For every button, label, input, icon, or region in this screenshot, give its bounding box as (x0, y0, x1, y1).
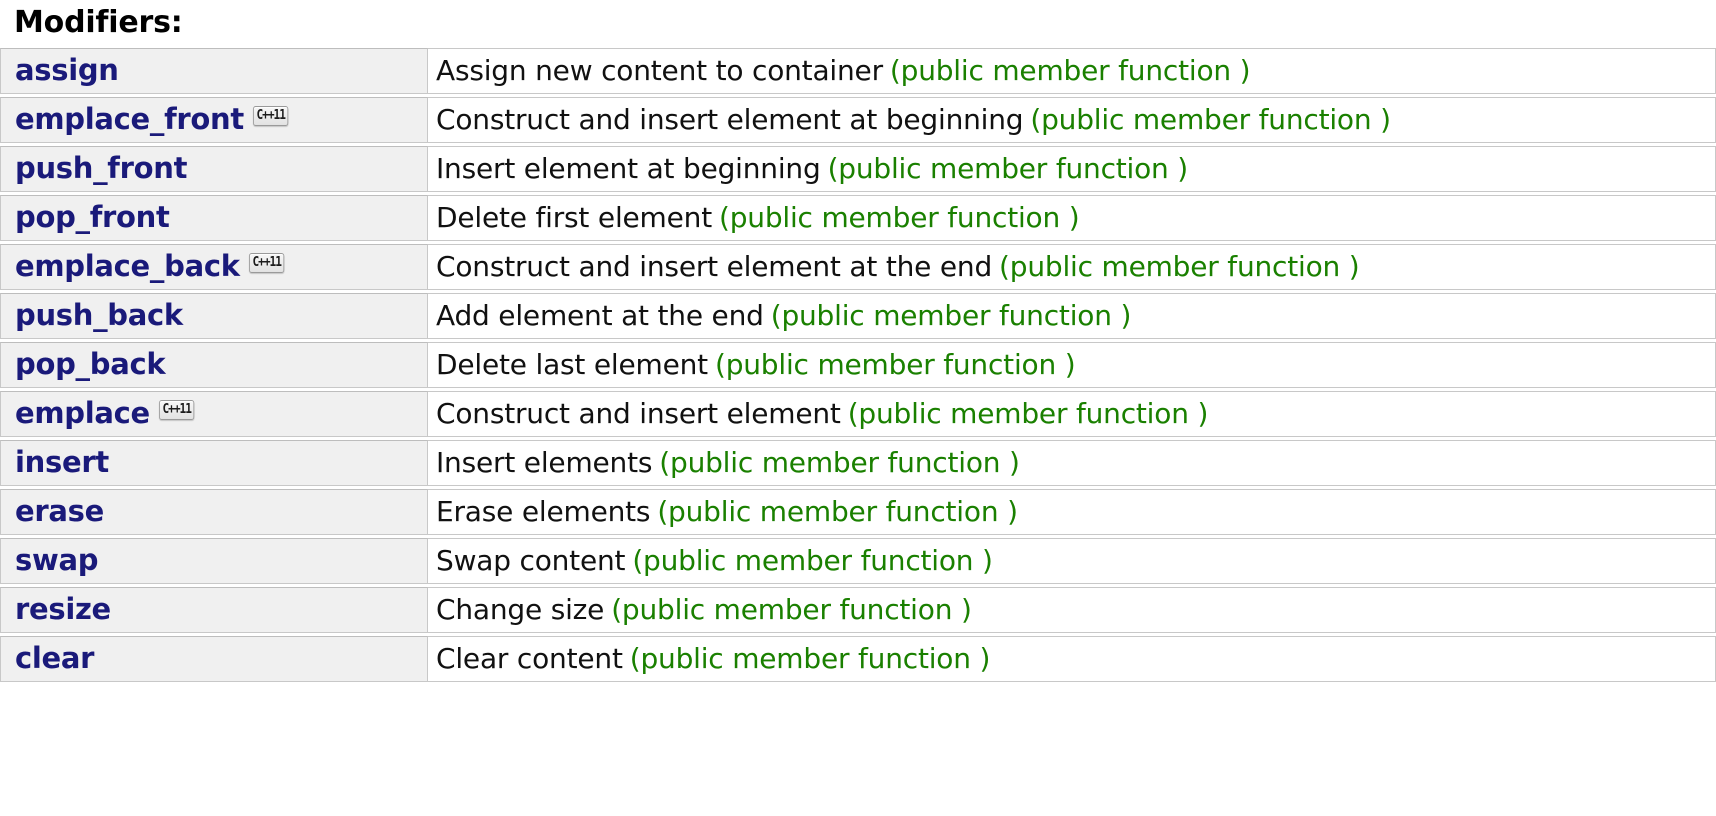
member-description: Add element at the end (436, 298, 764, 332)
member-link-emplace_back[interactable]: emplace_back (15, 249, 240, 283)
member-function-table: assign Assign new content to container (pu… (0, 45, 1716, 685)
table-row: clear Clear content (public member functio… (0, 636, 1716, 682)
member-link-swap[interactable]: swap (15, 543, 98, 577)
table-row: insert Insert elements (public member func… (0, 440, 1716, 486)
member-description: Erase elements (436, 494, 651, 528)
member-description: Construct and insert element (436, 396, 841, 430)
member-kind-label: (public member function ) (999, 249, 1360, 283)
member-description-cell: Assign new content to container (public m… (428, 48, 1716, 94)
member-description-cell: Construct and insert element at the end(… (428, 244, 1716, 290)
member-description-cell: Erase elements (public member function ) (428, 489, 1716, 535)
member-description: Change size (436, 592, 605, 626)
member-name-cell: push_front (0, 146, 428, 192)
member-kind-label: (public member function ) (889, 53, 1251, 87)
member-description: Insert element at beginning (436, 151, 821, 185)
section-title: Modifiers: (14, 5, 183, 40)
member-name-cell: clear (0, 636, 428, 682)
member-description: Delete last element (436, 347, 708, 381)
member-link-pop_front[interactable]: pop_front (15, 200, 170, 234)
member-description: Delete first element (436, 200, 712, 234)
member-link-assign[interactable]: assign (15, 53, 119, 87)
member-name-cell: emplace C++11 (0, 391, 428, 437)
table-row: swap Swap content (public member function … (0, 538, 1716, 584)
member-description-cell: Clear content (public member function ) (428, 636, 1716, 682)
member-link-insert[interactable]: insert (15, 445, 109, 479)
member-name-cell: erase (0, 489, 428, 535)
member-kind-label: (public member function ) (770, 298, 1132, 332)
member-name-cell: swap (0, 538, 428, 584)
member-kind-label: (public member function ) (847, 396, 1209, 430)
member-name-cell: resize (0, 587, 428, 633)
member-description-cell: Construct and insert element (public memb… (428, 391, 1716, 437)
member-description-cell: Delete last element (public member functi… (428, 342, 1716, 388)
table-row: push_front Insert element at beginning (pu… (0, 146, 1716, 192)
member-kind-label: (public member function ) (827, 151, 1189, 185)
cpp11-badge-icon: C++11 (252, 105, 289, 126)
member-description: Clear content (436, 641, 623, 675)
table-row: assign Assign new content to container (pu… (0, 48, 1716, 94)
cpp11-badge-icon: C++11 (158, 399, 195, 420)
member-link-emplace[interactable]: emplace (15, 396, 150, 430)
member-description-cell: Change size (public member function ) (428, 587, 1716, 633)
member-name-cell: push_back (0, 293, 428, 339)
table-row: emplace_front C++11 Construct and insert e… (0, 97, 1716, 143)
member-description-cell: Delete first element (public member funct… (428, 195, 1716, 241)
member-description-cell: Insert element at beginning (public membe… (428, 146, 1716, 192)
member-kind-label: (public member function ) (632, 543, 993, 577)
member-kind-label: (public member function ) (659, 445, 1020, 479)
table-row: push_back Add element at the end (public m… (0, 293, 1716, 339)
member-description-cell: Construct and insert element at beginnin… (428, 97, 1716, 143)
member-kind-label: (public member function ) (657, 494, 1018, 528)
member-link-erase[interactable]: erase (15, 494, 104, 528)
member-name-cell: pop_front (0, 195, 428, 241)
member-description: Assign new content to container (436, 53, 883, 87)
member-description-cell: Add element at the end (public member fun… (428, 293, 1716, 339)
member-link-push_front[interactable]: push_front (15, 151, 187, 185)
table-row: erase Erase elements (public member functi… (0, 489, 1716, 535)
member-link-push_back[interactable]: push_back (15, 298, 183, 332)
member-kind-label: (public member function ) (714, 347, 1076, 381)
member-name-cell: insert (0, 440, 428, 486)
member-description: Swap content (436, 543, 626, 577)
member-kind-label: (public member function ) (611, 592, 972, 626)
table-row: pop_front Delete first element (public mem… (0, 195, 1716, 241)
member-description: Construct and insert element at beginnin… (436, 102, 1024, 136)
member-link-emplace_front[interactable]: emplace_front (15, 102, 244, 136)
member-name-cell: emplace_back C++11 (0, 244, 428, 290)
member-kind-label: (public member function ) (629, 641, 991, 675)
member-description-cell: Insert elements (public member function ) (428, 440, 1716, 486)
cpp11-badge-icon: C++11 (248, 252, 285, 273)
member-description: Insert elements (436, 445, 653, 479)
member-kind-label: (public member function ) (1030, 102, 1391, 136)
table-body: assign Assign new content to container (pu… (0, 48, 1716, 682)
member-link-pop_back[interactable]: pop_back (15, 347, 166, 381)
member-description-cell: Swap content (public member function ) (428, 538, 1716, 584)
member-kind-label: (public member function ) (718, 200, 1080, 234)
member-name-cell: pop_back (0, 342, 428, 388)
table-row: emplace_back C++11 Construct and insert el… (0, 244, 1716, 290)
member-link-resize[interactable]: resize (15, 592, 111, 626)
member-link-clear[interactable]: clear (15, 641, 94, 675)
modifiers-section: Modifiers: assign Assign new content to c… (0, 6, 1716, 685)
member-name-cell: assign (0, 48, 428, 94)
table-row: pop_back Delete last element (public membe… (0, 342, 1716, 388)
table-row: resize Change size (public member function… (0, 587, 1716, 633)
member-name-cell: emplace_front C++11 (0, 97, 428, 143)
table-row: emplace C++11 Construct and insert element… (0, 391, 1716, 437)
member-description: Construct and insert element at the end (436, 249, 993, 283)
